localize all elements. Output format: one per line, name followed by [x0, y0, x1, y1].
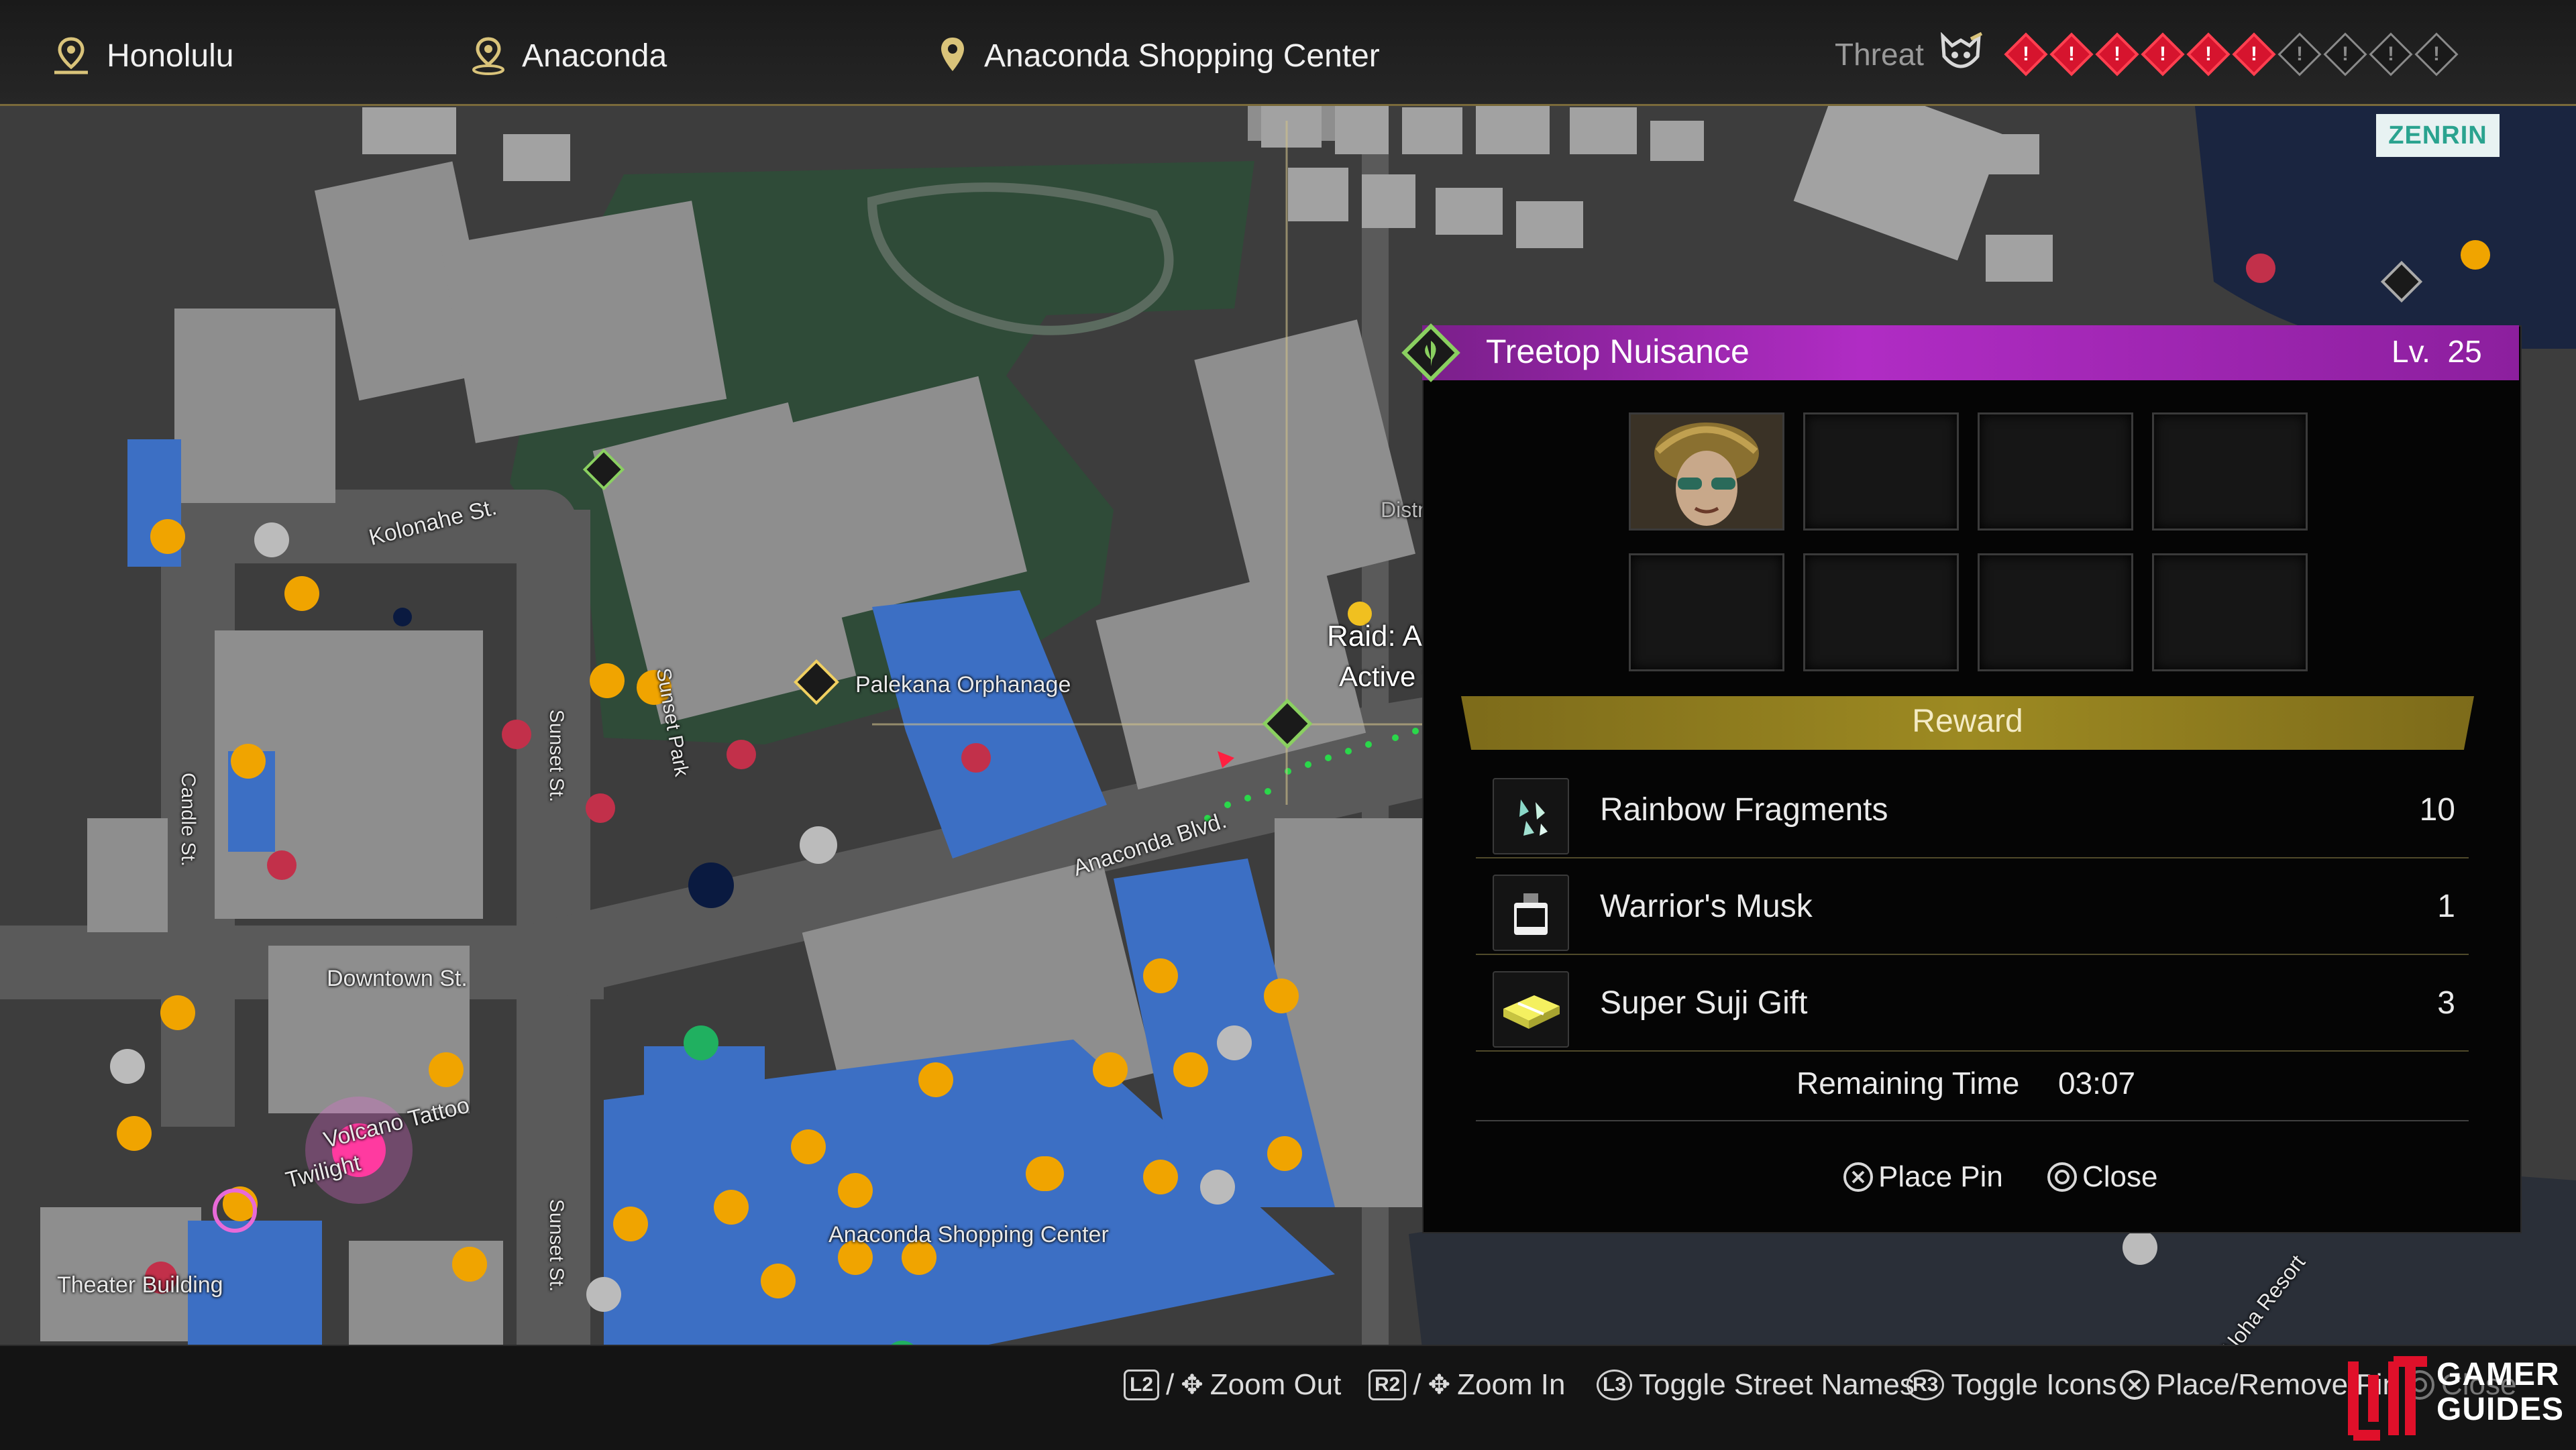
l2-button-icon: L2: [1124, 1370, 1160, 1400]
area-pin-icon: [941, 38, 964, 71]
city-pin-icon: [54, 37, 88, 74]
location-district-label: Anaconda: [522, 38, 667, 74]
location-city-label: Honolulu: [107, 38, 234, 74]
quest-level: Lv. 25: [2392, 333, 2482, 370]
watermark-line2: GUIDES: [2436, 1392, 2565, 1427]
reward-label: Reward: [1912, 704, 2023, 739]
cross-button-icon: [1843, 1162, 1873, 1192]
reward-qty: 10: [2419, 792, 2455, 828]
r3-button-icon: R3: [1907, 1370, 1945, 1400]
target-slot: [2152, 412, 2308, 531]
map-brand-badge: ZENRIN: [2376, 114, 2500, 157]
place-pin-label: Place Pin: [1878, 1160, 2003, 1193]
poi-anaconda-shopping-center: Anaconda Shopping Center: [828, 1222, 1109, 1247]
threat-level-empty-icon: !: [2369, 32, 2413, 76]
hint-separator: /: [1413, 1368, 1421, 1401]
remaining-time-value: 03:07: [2058, 1066, 2136, 1101]
toggle-icons-hint[interactable]: R3 Toggle Icons: [1907, 1368, 2116, 1402]
cross-button-icon: [2120, 1370, 2149, 1400]
threat-level-empty-icon: !: [2414, 32, 2459, 76]
quest-level-label: Lv.: [2392, 334, 2430, 369]
reward-row: Rainbow Fragments 10: [1476, 763, 2469, 858]
l3-button-icon: L3: [1597, 1370, 1633, 1400]
target-slot: [1978, 553, 2133, 671]
location-area: Anaconda Shopping Center: [936, 35, 1380, 76]
target-slot: [2152, 553, 2308, 671]
zoom-out-label: Zoom Out: [1210, 1368, 1342, 1401]
reward-name: Super Suji Gift: [1600, 985, 1808, 1021]
target-portrait-icon: [1631, 414, 1782, 528]
zoom-out-hint[interactable]: L2 / ✥ Zoom Out: [1124, 1368, 1341, 1402]
threat-mask-icon: [1941, 32, 1983, 68]
threat-level-filled-icon: !: [2095, 32, 2139, 76]
watermark-line1: GAMER: [2436, 1357, 2560, 1392]
remaining-time-label: Remaining Time: [1796, 1066, 2020, 1101]
r2-button-icon: R2: [1368, 1370, 1407, 1400]
location-district: Anaconda: [470, 35, 667, 76]
rainbow-fragments-icon: [1493, 778, 1569, 854]
zoom-in-label: Zoom In: [1457, 1368, 1566, 1401]
street-sunset-2: Sunset St.: [545, 1198, 568, 1292]
super-suji-gift-icon: [1493, 971, 1569, 1048]
target-slot: [1629, 553, 1784, 671]
target-slot: [1803, 553, 1959, 671]
threat-level-filled-icon: !: [2232, 32, 2276, 76]
district-pin-icon: [472, 37, 504, 75]
warriors-musk-icon: [1493, 875, 1569, 951]
street-candle: Candle St.: [177, 772, 200, 867]
hint-separator: /: [1166, 1368, 1175, 1401]
leaf-quest-icon: [1401, 323, 1460, 382]
threat-meter: Threat !!!!!!!!!!: [1835, 32, 2459, 76]
quest-title: Treetop Nuisance: [1486, 333, 1750, 370]
poi-palekana-orphanage: Palekana Orphanage: [855, 672, 1071, 698]
gamer-guides-logo-icon: [2348, 1356, 2427, 1441]
close-label: Close: [2082, 1160, 2158, 1193]
dpad-icon: ✥: [1428, 1370, 1451, 1400]
street-downtown: Downtown St.: [327, 966, 468, 991]
place-pin-button[interactable]: Place Pin: [1843, 1160, 2003, 1194]
threat-label: Threat: [1835, 37, 1924, 72]
threat-level-filled-icon: !: [2186, 32, 2231, 76]
remaining-time-row: Remaining Time 03:07: [1476, 1053, 2469, 1121]
threat-level-empty-icon: !: [2277, 32, 2322, 76]
quest-level-value: 25: [2447, 334, 2482, 369]
close-button[interactable]: Close: [2047, 1160, 2158, 1194]
threat-level-empty-icon: !: [2323, 32, 2367, 76]
toggle-street-names-label: Toggle Street Names: [1639, 1368, 1915, 1401]
location-city: Honolulu: [50, 35, 233, 76]
location-area-label: Anaconda Shopping Center: [984, 38, 1380, 74]
reward-row: Warrior's Musk 1: [1476, 860, 2469, 955]
dpad-icon: ✥: [1181, 1370, 1203, 1400]
zoom-in-hint[interactable]: R2 / ✥ Zoom In: [1368, 1368, 1566, 1402]
target-slot: [1978, 412, 2133, 531]
reward-qty: 1: [2437, 889, 2455, 924]
toggle-icons-label: Toggle Icons: [1951, 1368, 2117, 1401]
threat-level-filled-icon: !: [2004, 32, 2048, 76]
toggle-street-names-hint[interactable]: L3 Toggle Street Names: [1597, 1368, 1915, 1402]
reward-qty: 3: [2437, 985, 2455, 1021]
threat-level-filled-icon: !: [2049, 32, 2094, 76]
reward-name: Rainbow Fragments: [1600, 792, 1888, 828]
reward-name: Warrior's Musk: [1600, 889, 1813, 924]
target-slot: [1803, 412, 1959, 531]
street-sunset-1: Sunset St.: [545, 709, 568, 803]
reward-row: Super Suji Gift 3: [1476, 956, 2469, 1052]
poi-theater-building: Theater Building: [57, 1272, 223, 1298]
threat-level-filled-icon: !: [2141, 32, 2185, 76]
target-slot: [1629, 412, 1784, 531]
circle-button-icon: [2047, 1162, 2077, 1192]
